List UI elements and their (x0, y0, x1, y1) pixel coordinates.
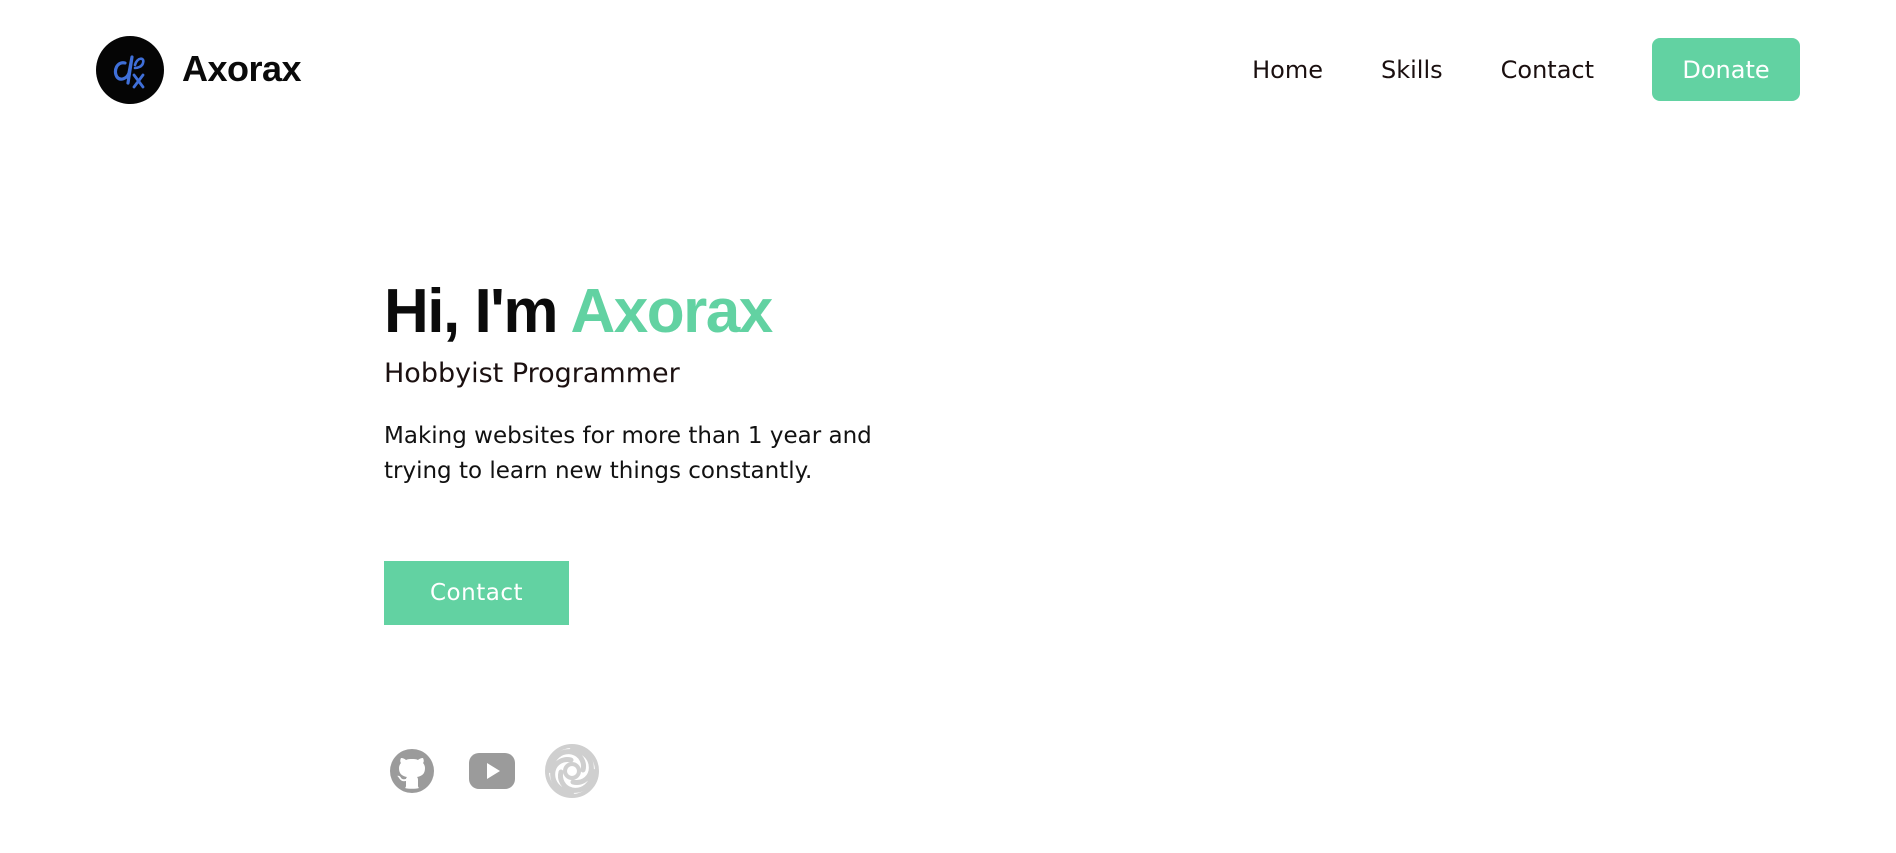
github-link[interactable] (384, 743, 440, 799)
site-header: Axorax Home Skills Contact Donate (0, 0, 1896, 140)
hero-name: Axorax (570, 277, 774, 346)
brand-name[interactable]: Axorax (182, 46, 302, 92)
hero-description: Making websites for more than 1 year and… (384, 423, 872, 484)
spiral-icon (545, 744, 599, 798)
axorax-logo-icon[interactable] (96, 36, 164, 104)
hero-title: Hi, I'm Axorax (384, 270, 944, 354)
spiral-link[interactable] (544, 743, 600, 799)
hero-text-block: Hi, I'm Axorax Hobbyist Programmer Makin… (384, 270, 944, 489)
donate-button[interactable]: Donate (1652, 38, 1800, 101)
nav-link-contact[interactable]: Contact (1501, 55, 1594, 85)
nav-link-home[interactable]: Home (1252, 55, 1323, 85)
youtube-icon (469, 753, 515, 789)
hero-greeting: Hi, I'm (384, 277, 559, 346)
nav-link-skills[interactable]: Skills (1381, 55, 1443, 85)
youtube-link[interactable] (464, 743, 520, 799)
contact-button[interactable]: Contact (384, 561, 569, 625)
github-icon (390, 749, 434, 793)
main-nav: Home Skills Contact Donate (1252, 38, 1800, 101)
social-links (384, 743, 624, 799)
hero-subtitle: Hobbyist Programmer (384, 358, 680, 389)
